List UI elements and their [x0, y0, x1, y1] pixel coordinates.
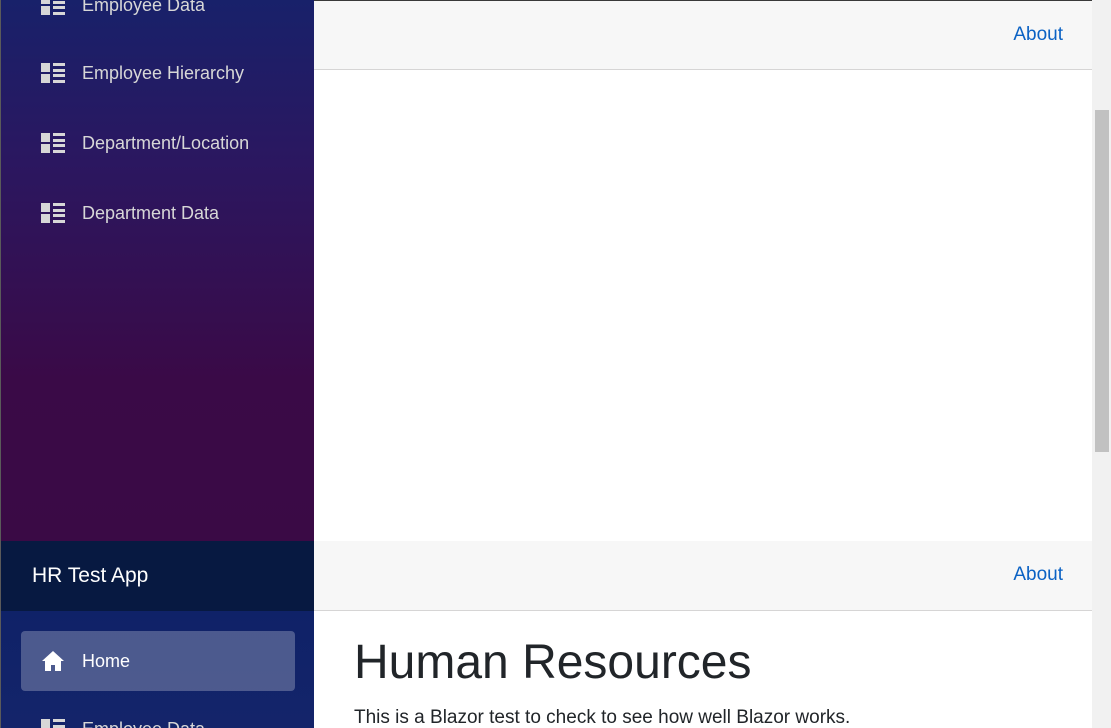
list-icon — [41, 717, 65, 728]
app-window: Employee Data Employee Hierarchy Departm… — [0, 0, 1111, 728]
about-link[interactable]: About — [1013, 24, 1063, 46]
sidebar-item-label: Department Data — [82, 202, 220, 223]
list-icon — [41, 131, 65, 155]
sidebar-item-department-data[interactable]: Department Data — [21, 183, 295, 243]
sidebar-item-label: Employee Data — [82, 0, 206, 15]
sidebar-item-label: Home — [82, 650, 131, 671]
sidebar-item-label: Employee Data — [82, 719, 205, 728]
sidebar-item-home[interactable]: Home — [21, 631, 295, 691]
sidebar-nav: Employee Data Employee Hierarchy Departm… — [0, 0, 314, 541]
list-icon — [41, 61, 65, 85]
list-icon — [41, 201, 65, 225]
sidebar-item-employee-data[interactable]: Employee Data — [21, 0, 295, 35]
main-content-blank — [314, 70, 1092, 541]
sidebar-item-employee-hierarchy[interactable]: Employee Hierarchy — [21, 43, 295, 103]
sidebar-item-employee-data[interactable]: Employee Data — [21, 699, 295, 728]
sidebar-item-department-location[interactable]: Department/Location — [21, 113, 295, 173]
app-title[interactable]: HR Test App — [32, 564, 148, 588]
page-description: This is a Blazor test to check to see ho… — [354, 707, 851, 728]
scrollbar-thumb[interactable] — [1095, 110, 1109, 452]
top-row: About — [314, 541, 1092, 611]
vertical-scrollbar[interactable] — [1092, 0, 1111, 728]
sidebar-item-label: Employee Hierarchy — [82, 62, 245, 83]
top-row: About — [314, 0, 1092, 70]
about-link[interactable]: About — [1013, 564, 1063, 586]
sidebar-item-label: Department/Location — [82, 132, 250, 153]
home-icon — [41, 649, 65, 673]
brand-bar: HR Test App — [0, 541, 314, 611]
list-icon — [41, 0, 65, 17]
page-title: Human Resources — [354, 636, 752, 689]
sidebar-nav: Home Employee Data — [0, 611, 314, 728]
main-content: Human Resources This is a Blazor test to… — [314, 611, 1092, 728]
